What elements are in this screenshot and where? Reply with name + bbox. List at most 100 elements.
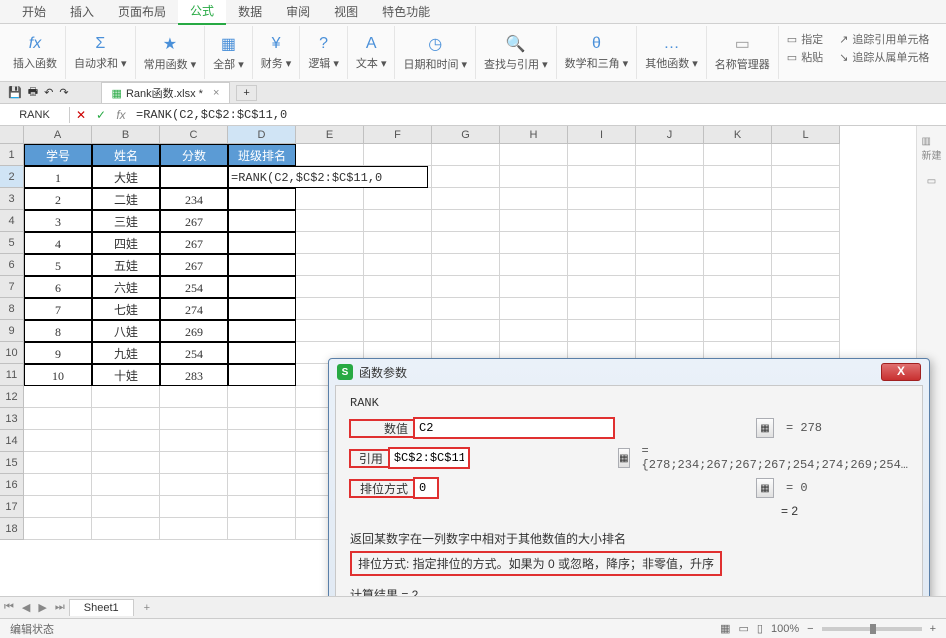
cell[interactable]: 4 [24, 232, 92, 254]
cell[interactable] [228, 232, 296, 254]
formula-cancel-icon[interactable]: ✕ [74, 108, 88, 122]
cell[interactable] [772, 144, 840, 166]
tab-formula[interactable]: 公式 [178, 0, 226, 25]
cell[interactable] [296, 144, 364, 166]
add-sheet-button[interactable]: + [134, 600, 160, 616]
cell[interactable] [636, 320, 704, 342]
view-normal-icon[interactable]: ▦ [720, 622, 730, 635]
cell[interactable] [636, 276, 704, 298]
cell[interactable]: 六娃 [92, 276, 160, 298]
fx-icon[interactable]: fx [114, 108, 128, 122]
cell[interactable]: 班级排名 [228, 144, 296, 166]
cell[interactable] [296, 276, 364, 298]
finance-fn-button[interactable]: ¥财务 ▾ [253, 26, 301, 79]
param2-ref-button[interactable]: ▦ [618, 448, 629, 468]
row-header[interactable]: 1 [0, 144, 24, 166]
cell[interactable] [636, 298, 704, 320]
tab-layout[interactable]: 页面布局 [106, 0, 178, 24]
cell[interactable] [568, 320, 636, 342]
cell[interactable] [704, 188, 772, 210]
cell[interactable]: 五娃 [92, 254, 160, 276]
cell[interactable]: 267 [160, 232, 228, 254]
column-header[interactable]: J [636, 126, 704, 144]
cell[interactable] [704, 276, 772, 298]
cell[interactable] [568, 188, 636, 210]
text-fn-button[interactable]: A文本 ▾ [348, 26, 396, 79]
cell[interactable] [704, 210, 772, 232]
cell[interactable]: 5 [24, 254, 92, 276]
zoom-value[interactable]: 100% [771, 623, 799, 635]
cell[interactable]: 姓名 [92, 144, 160, 166]
cell[interactable] [228, 254, 296, 276]
cell[interactable] [24, 430, 92, 452]
cell[interactable]: =RANK(C2,$C$2:$C$11,0 [228, 166, 428, 188]
trace-dependents-button[interactable]: ↘ 追踪从属单元格 [837, 48, 931, 66]
cell[interactable] [500, 320, 568, 342]
cell[interactable] [92, 474, 160, 496]
param1-ref-button[interactable]: ▦ [756, 418, 774, 438]
define-name-button[interactable]: ▭ 指定 [785, 30, 825, 48]
cell[interactable]: 分数 [160, 144, 228, 166]
tab-special[interactable]: 特色功能 [370, 0, 442, 24]
datetime-fn-button[interactable]: ◷日期和时间 ▾ [395, 26, 476, 79]
cell[interactable]: 3 [24, 210, 92, 232]
cell[interactable] [160, 166, 228, 188]
column-header[interactable]: H [500, 126, 568, 144]
name-manager-button[interactable]: ▭名称管理器 [707, 26, 779, 79]
row-header[interactable]: 16 [0, 474, 24, 496]
cell[interactable] [364, 188, 432, 210]
trace-precedents-button[interactable]: ↗ 追踪引用单元格 [837, 30, 931, 48]
cell[interactable] [228, 452, 296, 474]
cell[interactable] [24, 474, 92, 496]
cell[interactable]: 八娃 [92, 320, 160, 342]
cell[interactable]: 7 [24, 298, 92, 320]
cell[interactable] [160, 518, 228, 540]
column-header[interactable]: A [24, 126, 92, 144]
cell[interactable] [432, 144, 500, 166]
cell[interactable] [24, 496, 92, 518]
cell[interactable]: 七娃 [92, 298, 160, 320]
cell[interactable] [772, 298, 840, 320]
autosum-button[interactable]: Σ自动求和 ▾ [66, 26, 136, 79]
cell[interactable] [364, 232, 432, 254]
cell[interactable] [364, 276, 432, 298]
row-header[interactable]: 2 [0, 166, 24, 188]
tab-insert[interactable]: 插入 [58, 0, 106, 24]
cell[interactable]: 九娃 [92, 342, 160, 364]
new-tab-button[interactable]: + [236, 85, 256, 101]
cell[interactable] [24, 518, 92, 540]
cell[interactable] [500, 232, 568, 254]
cell[interactable] [704, 320, 772, 342]
cell[interactable] [92, 496, 160, 518]
row-header[interactable]: 17 [0, 496, 24, 518]
cell[interactable] [160, 430, 228, 452]
cell[interactable] [500, 166, 568, 188]
cell[interactable] [228, 474, 296, 496]
cell[interactable]: 274 [160, 298, 228, 320]
cell[interactable] [704, 166, 772, 188]
param3-input[interactable] [414, 478, 438, 498]
row-header[interactable]: 5 [0, 232, 24, 254]
document-tab[interactable]: ▦ Rank函数.xlsx * × [101, 82, 231, 103]
close-doc-icon[interactable]: × [213, 87, 219, 99]
math-fn-button[interactable]: θ数学和三角 ▾ [557, 26, 638, 79]
row-header[interactable]: 13 [0, 408, 24, 430]
row-header[interactable]: 4 [0, 210, 24, 232]
cell[interactable] [228, 188, 296, 210]
cell[interactable]: 四娃 [92, 232, 160, 254]
cell[interactable] [636, 166, 704, 188]
row-header[interactable]: 12 [0, 386, 24, 408]
cell[interactable] [92, 452, 160, 474]
cell[interactable] [364, 298, 432, 320]
cell[interactable]: 254 [160, 276, 228, 298]
formula-input[interactable]: =RANK(C2,$C$2:$C$11,0 [132, 106, 946, 124]
cell[interactable] [160, 452, 228, 474]
view-break-icon[interactable]: ▯ [757, 622, 763, 635]
cell[interactable] [24, 408, 92, 430]
cell[interactable] [432, 166, 500, 188]
row-header[interactable]: 11 [0, 364, 24, 386]
formula-accept-icon[interactable]: ✓ [94, 108, 108, 122]
paste-name-button[interactable]: ▭ 粘贴 [785, 48, 825, 66]
cell[interactable]: 9 [24, 342, 92, 364]
cell[interactable]: 三娃 [92, 210, 160, 232]
